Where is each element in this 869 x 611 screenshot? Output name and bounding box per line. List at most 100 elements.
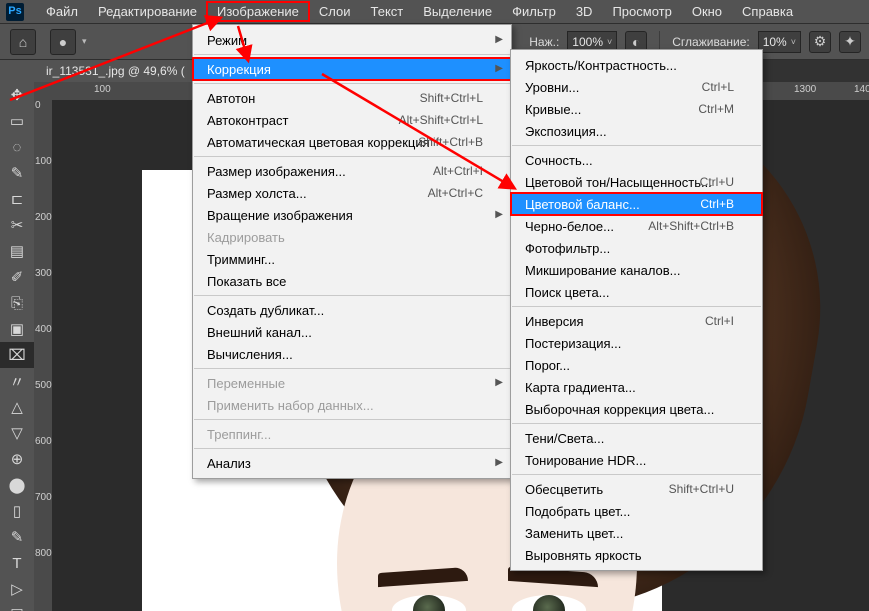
menu-item[interactable]: Создать дубликат...	[193, 299, 511, 321]
menu-item[interactable]: АвтоконтрастAlt+Shift+Ctrl+L	[193, 109, 511, 131]
menu-item-label: Коррекция	[207, 62, 271, 77]
menu-item[interactable]: Уровни...Ctrl+L	[511, 76, 762, 98]
menu-item-label: Поиск цвета...	[525, 285, 610, 300]
tool-1[interactable]: ▭	[0, 108, 34, 134]
menu-item[interactable]: Постеризация...	[511, 332, 762, 354]
menu-separator	[194, 54, 510, 55]
menu-item-label: Сочность...	[525, 153, 593, 168]
menu-item[interactable]: ИнверсияCtrl+I	[511, 310, 762, 332]
menu-item[interactable]: Показать все	[193, 270, 511, 292]
home-icon[interactable]: ⌂	[10, 29, 36, 55]
smoothing-combo[interactable]: 10%˅	[758, 31, 801, 53]
tool-18[interactable]: T	[0, 550, 34, 576]
tool-17[interactable]: ✎	[0, 524, 34, 550]
menu-item-shortcut: Ctrl+B	[700, 197, 734, 211]
menu-item-label: Порог...	[525, 358, 570, 373]
tool-20[interactable]: ☐	[0, 602, 34, 611]
menu-3d[interactable]: 3D	[566, 2, 603, 21]
menu-item[interactable]: Размер холста...Alt+Ctrl+C	[193, 182, 511, 204]
tool-11[interactable]: 〃	[0, 368, 34, 394]
symmetry-icon[interactable]: ✦	[839, 31, 861, 53]
menu-item[interactable]: ОбесцветитьShift+Ctrl+U	[511, 478, 762, 500]
menu-item[interactable]: Тримминг...	[193, 248, 511, 270]
menu-item[interactable]: Подобрать цвет...	[511, 500, 762, 522]
menu-item-label: Обесцветить	[525, 482, 603, 497]
menu-item[interactable]: Анализ	[193, 452, 511, 474]
ruler-vertical: 0100200300400500600700800	[34, 100, 53, 611]
menu-окно[interactable]: Окно	[682, 2, 732, 21]
menu-item[interactable]: Заменить цвет...	[511, 522, 762, 544]
menu-item-label: Применить набор данных...	[207, 398, 374, 413]
menu-item[interactable]: Выборочная коррекция цвета...	[511, 398, 762, 420]
menu-item[interactable]: Тонирование HDR...	[511, 449, 762, 471]
tool-0[interactable]: ✥	[0, 82, 34, 108]
tool-2[interactable]: ◌	[0, 134, 34, 160]
menu-item[interactable]: Вычисления...	[193, 343, 511, 365]
menu-item-label: Инверсия	[525, 314, 584, 329]
menu-просмотр[interactable]: Просмотр	[602, 2, 681, 21]
tool-19[interactable]: ▷	[0, 576, 34, 602]
menu-item[interactable]: Микширование каналов...	[511, 259, 762, 281]
menu-item[interactable]: Цветовой баланс...Ctrl+B	[511, 193, 762, 215]
menu-item-shortcut: Alt+Shift+Ctrl+L	[399, 113, 483, 127]
menu-item[interactable]: Тени/Света...	[511, 427, 762, 449]
menu-item[interactable]: Кривые...Ctrl+M	[511, 98, 762, 120]
menu-item[interactable]: Вращение изображения	[193, 204, 511, 226]
menu-item[interactable]: Внешний канал...	[193, 321, 511, 343]
menu-item-label: Карта градиента...	[525, 380, 636, 395]
menu-фильтр[interactable]: Фильтр	[502, 2, 566, 21]
menu-item[interactable]: Выровнять яркость	[511, 544, 762, 566]
menu-item[interactable]: Поиск цвета...	[511, 281, 762, 303]
menu-выделение[interactable]: Выделение	[413, 2, 502, 21]
menu-слои[interactable]: Слои	[309, 2, 361, 21]
menu-item[interactable]: АвтотонShift+Ctrl+L	[193, 87, 511, 109]
tool-5[interactable]: ✂	[0, 212, 34, 238]
menu-item[interactable]: Режим	[193, 29, 511, 51]
tool-10[interactable]: ⌧	[0, 342, 34, 368]
menu-separator	[512, 423, 761, 424]
menu-item[interactable]: Автоматическая цветовая коррекцияShift+C…	[193, 131, 511, 153]
tool-14[interactable]: ⊕	[0, 446, 34, 472]
tool-16[interactable]: ▯	[0, 498, 34, 524]
menu-separator	[194, 419, 510, 420]
tool-4[interactable]: ⊏	[0, 186, 34, 212]
menu-item[interactable]: Цветовой тон/Насыщенность...Ctrl+U	[511, 171, 762, 193]
menu-файл[interactable]: Файл	[36, 2, 88, 21]
menu-item-label: Треппинг...	[207, 427, 271, 442]
menu-item[interactable]: Сочность...	[511, 149, 762, 171]
menu-item[interactable]: Порог...	[511, 354, 762, 376]
tool-6[interactable]: ▤	[0, 238, 34, 264]
tool-9[interactable]: ▣	[0, 316, 34, 342]
tool-15[interactable]: ⬤	[0, 472, 34, 498]
menu-item[interactable]: Карта градиента...	[511, 376, 762, 398]
menu-item-label: Размер изображения...	[207, 164, 346, 179]
menu-separator	[512, 474, 761, 475]
menu-редактирование[interactable]: Редактирование	[88, 2, 207, 21]
menu-item[interactable]: Черно-белое...Alt+Shift+Ctrl+B	[511, 215, 762, 237]
menu-текст[interactable]: Текст	[361, 2, 414, 21]
menu-item[interactable]: Коррекция	[193, 58, 511, 80]
smoothing-options-icon[interactable]: ⚙	[809, 31, 831, 53]
menubar: Ps ФайлРедактированиеИзображениеСлоиТекс…	[0, 0, 869, 24]
menu-item-shortcut: Ctrl+U	[700, 175, 734, 189]
menu-item-label: Показать все	[207, 274, 286, 289]
menu-item: Переменные	[193, 372, 511, 394]
menu-item-label: Подобрать цвет...	[525, 504, 630, 519]
menu-item[interactable]: Яркость/Контрастность...	[511, 54, 762, 76]
menu-справка[interactable]: Справка	[732, 2, 803, 21]
menu-item[interactable]: Фотофильтр...	[511, 237, 762, 259]
tool-3[interactable]: ✎	[0, 160, 34, 186]
tool-13[interactable]: ▽	[0, 420, 34, 446]
menu-item[interactable]: Размер изображения...Alt+Ctrl+I	[193, 160, 511, 182]
tool-12[interactable]: △	[0, 394, 34, 420]
menu-изображение[interactable]: Изображение	[207, 2, 309, 21]
menu-item-label: Экспозиция...	[525, 124, 607, 139]
menu-item-label: Постеризация...	[525, 336, 621, 351]
ps-logo: Ps	[6, 3, 24, 21]
menu-item-label: Автоматическая цветовая коррекция	[207, 135, 430, 150]
document-tab[interactable]: ir_113531_.jpg @ 49,6% ( ×	[34, 60, 215, 82]
menu-item[interactable]: Экспозиция...	[511, 120, 762, 142]
brush-preset-icon[interactable]: ●	[50, 29, 76, 55]
tool-7[interactable]: ✐	[0, 264, 34, 290]
tool-8[interactable]: ⎘	[0, 290, 34, 316]
